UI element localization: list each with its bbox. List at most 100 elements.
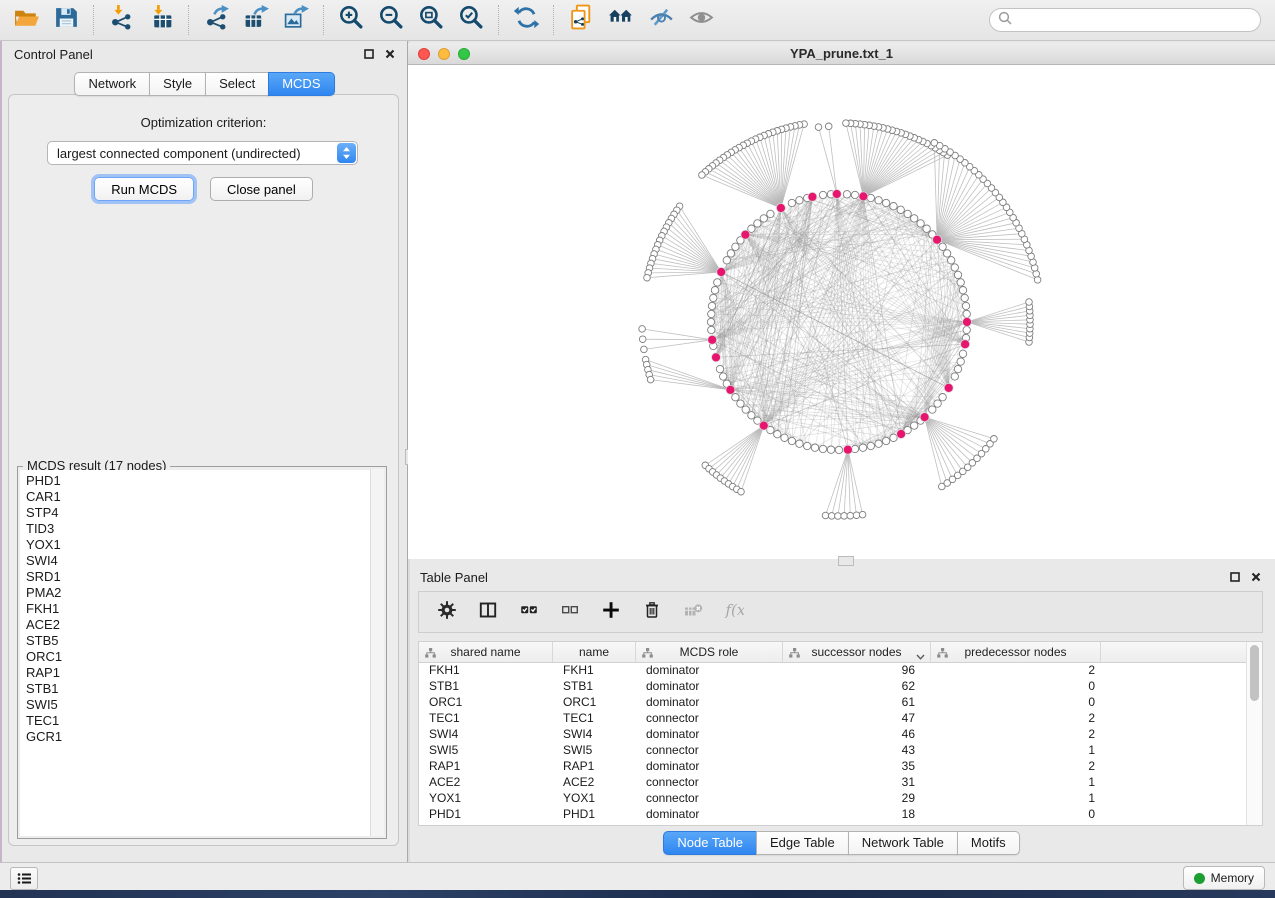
first-neighbors-button[interactable]	[601, 2, 641, 38]
result-node[interactable]: STB1	[26, 681, 370, 697]
result-node[interactable]: YOX1	[26, 537, 370, 553]
zoom-fit-button[interactable]	[411, 2, 451, 38]
float-table-panel-icon[interactable]	[1230, 572, 1240, 582]
import-table-icon	[148, 4, 175, 36]
table-cell: PHD1	[553, 807, 636, 821]
table-row[interactable]: FKH1FKH1dominator962	[419, 662, 1247, 678]
open-file-button[interactable]	[6, 2, 46, 38]
sort-chevron-icon	[916, 649, 925, 663]
deselect-all-checkboxes-button[interactable]	[558, 600, 582, 624]
result-node[interactable]: SWI5	[26, 697, 370, 713]
table-row[interactable]: TEC1TEC1connector472	[419, 710, 1247, 726]
column-header-predecessor-nodes[interactable]: predecessor nodes	[931, 642, 1101, 662]
zoom-selected-button[interactable]	[451, 2, 491, 38]
table-row[interactable]: ACE2ACE2connector311	[419, 774, 1247, 790]
tab-motifs[interactable]: Motifs	[957, 831, 1020, 855]
save-session-button[interactable]	[46, 2, 86, 38]
close-panel-button[interactable]: Close panel	[210, 177, 313, 201]
table-row[interactable]: RAP1RAP1dominator352	[419, 758, 1247, 774]
network-window-titlebar[interactable]: YPA_prune.txt_1	[408, 43, 1275, 65]
table-cell: STB1	[419, 679, 553, 693]
tab-edge-table[interactable]: Edge Table	[756, 831, 849, 855]
table-cell: ACE2	[553, 775, 636, 789]
zoom-in-button[interactable]	[331, 2, 371, 38]
table-cell: 1	[931, 743, 1101, 757]
result-list-scrollbar[interactable]	[370, 469, 384, 836]
result-node[interactable]: ACE2	[26, 617, 370, 633]
task-history-button[interactable]	[10, 867, 38, 890]
table-cell: 2	[931, 727, 1101, 741]
result-node[interactable]: CAR1	[26, 489, 370, 505]
search-box[interactable]	[989, 8, 1261, 32]
result-node[interactable]: TID3	[26, 521, 370, 537]
result-node[interactable]: FKH1	[26, 601, 370, 617]
column-header-shared-name[interactable]: shared name	[419, 642, 553, 662]
tab-mcds[interactable]: MCDS	[268, 72, 334, 96]
column-header-successor-nodes[interactable]: successor nodes	[783, 642, 931, 662]
result-node[interactable]: GCR1	[26, 729, 370, 745]
tab-select[interactable]: Select	[205, 72, 269, 96]
tab-node-table[interactable]: Node Table	[663, 831, 757, 855]
table-cell: 1	[931, 775, 1101, 789]
select-all-checkboxes-button[interactable]	[517, 600, 541, 624]
table-row[interactable]: ORC1ORC1dominator610	[419, 694, 1247, 710]
network-from-selection-button[interactable]	[561, 2, 601, 38]
network-window-title: YPA_prune.txt_1	[408, 46, 1275, 61]
table-scrollbar[interactable]	[1246, 642, 1262, 825]
toggle-columns-button[interactable]	[476, 600, 500, 624]
network-graph[interactable]	[408, 65, 1275, 559]
table-row[interactable]: SWI5SWI5connector431	[419, 742, 1247, 758]
search-input[interactable]	[1012, 12, 1252, 28]
table-row[interactable]: SWI4SWI4dominator462	[419, 726, 1247, 742]
result-node[interactable]: STP4	[26, 505, 370, 521]
tab-network-table[interactable]: Network Table	[848, 831, 958, 855]
refresh-button[interactable]	[506, 2, 546, 38]
memory-status-icon	[1194, 873, 1205, 884]
result-node[interactable]: ORC1	[26, 649, 370, 665]
column-label: name	[579, 645, 609, 659]
import-table-button[interactable]	[141, 2, 181, 38]
import-network-button[interactable]	[101, 2, 141, 38]
hide-selected-button[interactable]	[641, 2, 681, 38]
tab-style[interactable]: Style	[149, 72, 206, 96]
float-panel-icon[interactable]	[364, 49, 374, 59]
column-header-MCDS-role[interactable]: MCDS role	[636, 642, 783, 662]
result-node[interactable]: PMA2	[26, 585, 370, 601]
zoom-out-button[interactable]	[371, 2, 411, 38]
table-cell: RAP1	[553, 759, 636, 773]
memory-button[interactable]: Memory	[1183, 866, 1265, 890]
result-node[interactable]: TEC1	[26, 713, 370, 729]
column-header-name[interactable]: name	[553, 642, 636, 662]
run-mcds-button[interactable]: Run MCDS	[94, 177, 194, 201]
tab-network[interactable]: Network	[74, 72, 150, 96]
table-options-gear-button[interactable]	[435, 600, 459, 624]
zoom-out-icon	[378, 4, 405, 36]
export-network-button[interactable]	[196, 2, 236, 38]
table-row[interactable]: YOX1YOX1connector291	[419, 790, 1247, 806]
memory-label: Memory	[1211, 871, 1254, 885]
table-scrollbar-thumb[interactable]	[1250, 645, 1259, 701]
table-cell: 0	[931, 807, 1101, 821]
export-table-button[interactable]	[236, 2, 276, 38]
table-cell: SWI4	[553, 727, 636, 741]
delete-column-button[interactable]	[640, 600, 664, 624]
table-cell: FKH1	[553, 663, 636, 677]
list-icon	[17, 872, 32, 885]
result-node[interactable]: STB5	[26, 633, 370, 649]
result-node[interactable]: SWI4	[26, 553, 370, 569]
result-node[interactable]: SRD1	[26, 569, 370, 585]
result-node[interactable]: PHD1	[26, 473, 370, 489]
network-view-canvas[interactable]	[408, 65, 1275, 559]
table-row[interactable]: STB1STB1dominator620	[419, 678, 1247, 694]
first-neighbors-icon	[608, 4, 635, 36]
close-table-panel-icon[interactable]	[1251, 572, 1261, 582]
mcds-result-list[interactable]: PHD1CAR1STP4TID3YOX1SWI4SRD1PMA2FKH1ACE2…	[20, 470, 370, 836]
create-column-button[interactable]	[599, 600, 623, 624]
export-table-icon	[243, 4, 270, 36]
table-row[interactable]: PHD1PHD1dominator180	[419, 806, 1247, 822]
optimization-criterion-select[interactable]: largest connected component (undirected)	[47, 141, 358, 165]
result-node[interactable]: RAP1	[26, 665, 370, 681]
show-all-button[interactable]	[681, 2, 721, 38]
close-panel-icon[interactable]	[385, 49, 395, 59]
export-image-button[interactable]	[276, 2, 316, 38]
